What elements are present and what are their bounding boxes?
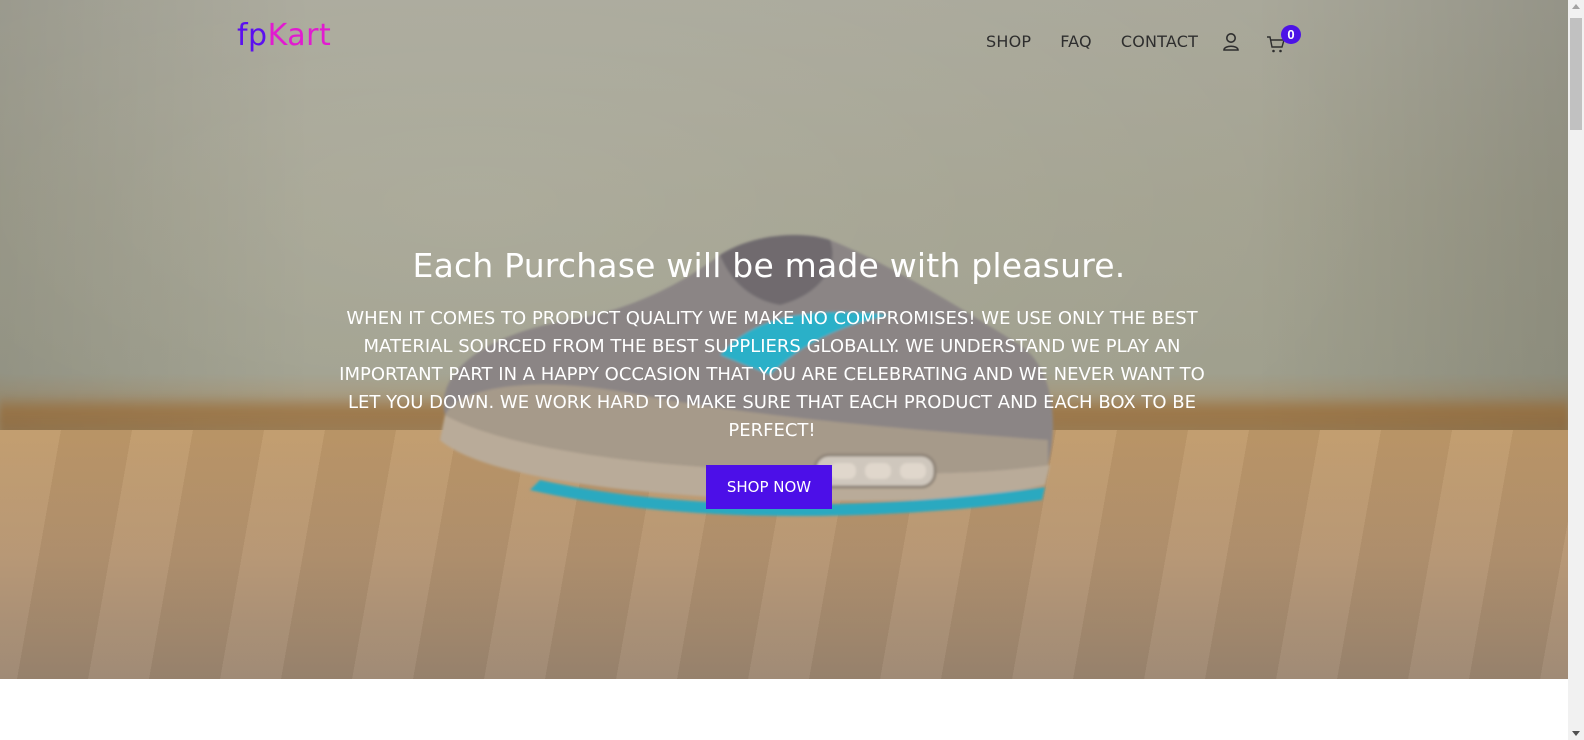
hero-content: Each Purchase will be made with pleasure… — [0, 246, 1568, 509]
brand-logo-part1: fp — [237, 18, 268, 53]
cart-count-badge: 0 — [1281, 25, 1301, 44]
cart-button[interactable]: 0 — [1266, 25, 1306, 56]
shop-now-button[interactable]: SHOP NOW — [706, 465, 832, 509]
user-icon[interactable] — [1222, 32, 1240, 57]
page-scrollbar[interactable] — [1568, 0, 1584, 740]
nav-shop-link[interactable]: SHOP — [986, 32, 1031, 51]
hero-title: Each Purchase will be made with pleasure… — [412, 246, 1126, 285]
scroll-up-icon[interactable] — [1572, 4, 1580, 9]
brand-logo-part2: Kart — [267, 18, 332, 53]
hero-description: When it comes to product quality we make… — [339, 308, 1205, 441]
brand-logo[interactable]: fpKart — [237, 18, 331, 53]
nav-contact-link[interactable]: CONTACT — [1121, 32, 1198, 51]
nav-faq-link[interactable]: FAQ — [1060, 32, 1092, 51]
scroll-down-icon[interactable] — [1572, 731, 1580, 736]
scrollbar-thumb[interactable] — [1570, 18, 1582, 130]
main-nav: SHOP FAQ CONTACT 0 — [986, 25, 1301, 53]
